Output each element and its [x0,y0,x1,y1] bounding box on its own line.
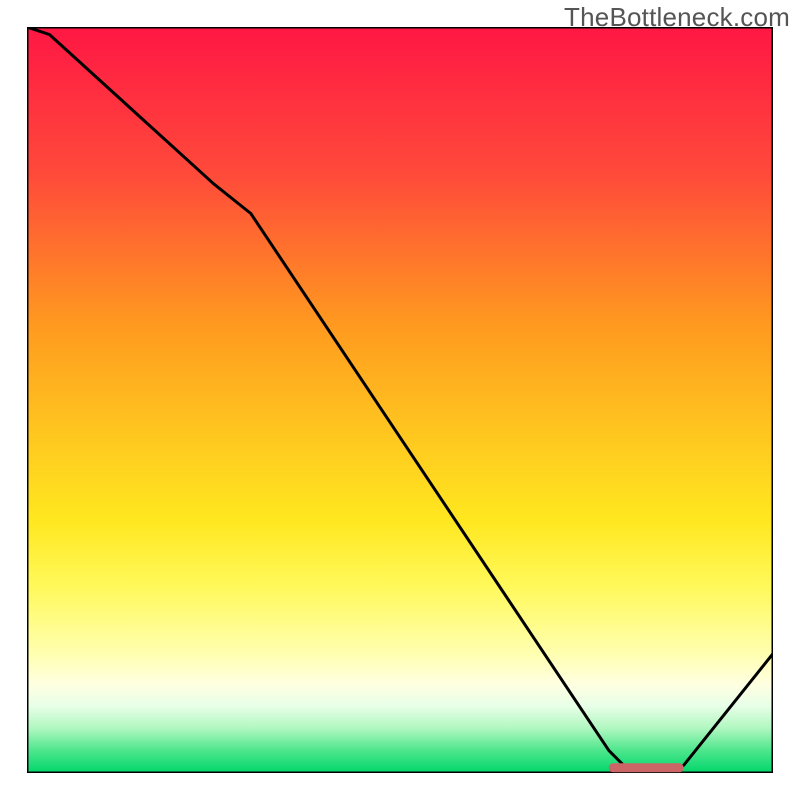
chart-plot-area [27,27,773,773]
chart-container: TheBottleneck.com [0,0,800,800]
chart-svg [27,27,773,773]
gradient-background [27,27,773,773]
optimal-range-marker [609,763,684,772]
